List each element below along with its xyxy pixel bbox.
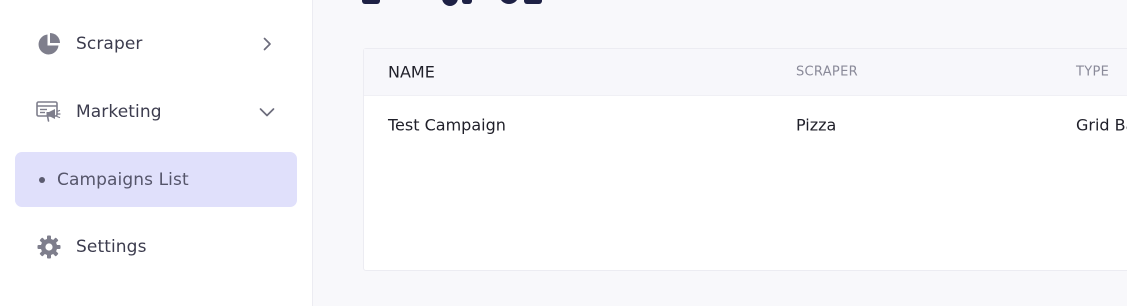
sidebar-item-scraper[interactable]: Scraper xyxy=(15,16,297,71)
column-header-name[interactable]: NAME xyxy=(388,63,435,82)
chevron-right-icon xyxy=(259,36,275,52)
bullet-icon xyxy=(39,176,45,183)
sidebar-item-marketing[interactable]: Marketing xyxy=(15,84,297,139)
sidebar: Scraper Marketing Campaigns List Setting… xyxy=(0,0,313,306)
chevron-down-icon xyxy=(259,104,275,120)
table-row[interactable]: Test Campaign Pizza Grid Ba xyxy=(364,96,1127,154)
sidebar-item-campaigns-list[interactable]: Campaigns List xyxy=(15,152,297,207)
sidebar-item-label: Campaigns List xyxy=(57,169,189,190)
sidebar-item-label: Settings xyxy=(76,236,147,257)
campaign-type-cell: Grid Ba xyxy=(1076,115,1127,135)
table-header: NAME SCRAPER TYPE xyxy=(364,49,1127,96)
page-title xyxy=(362,0,552,6)
sidebar-item-settings[interactable]: Settings xyxy=(15,219,297,274)
campaign-name-cell[interactable]: Test Campaign xyxy=(388,116,506,135)
sidebar-item-label: Scraper xyxy=(76,33,143,54)
campaign-scraper-cell: Pizza xyxy=(796,115,837,135)
gear-icon xyxy=(36,234,62,260)
campaigns-table: NAME SCRAPER TYPE Test Campaign Pizza Gr… xyxy=(363,48,1127,271)
column-header-type[interactable]: TYPE xyxy=(1076,65,1109,80)
column-header-scraper[interactable]: SCRAPER xyxy=(796,65,858,80)
sidebar-item-label: Marketing xyxy=(76,101,162,122)
billboard-icon xyxy=(36,99,62,125)
pie-chart-icon xyxy=(36,31,62,57)
